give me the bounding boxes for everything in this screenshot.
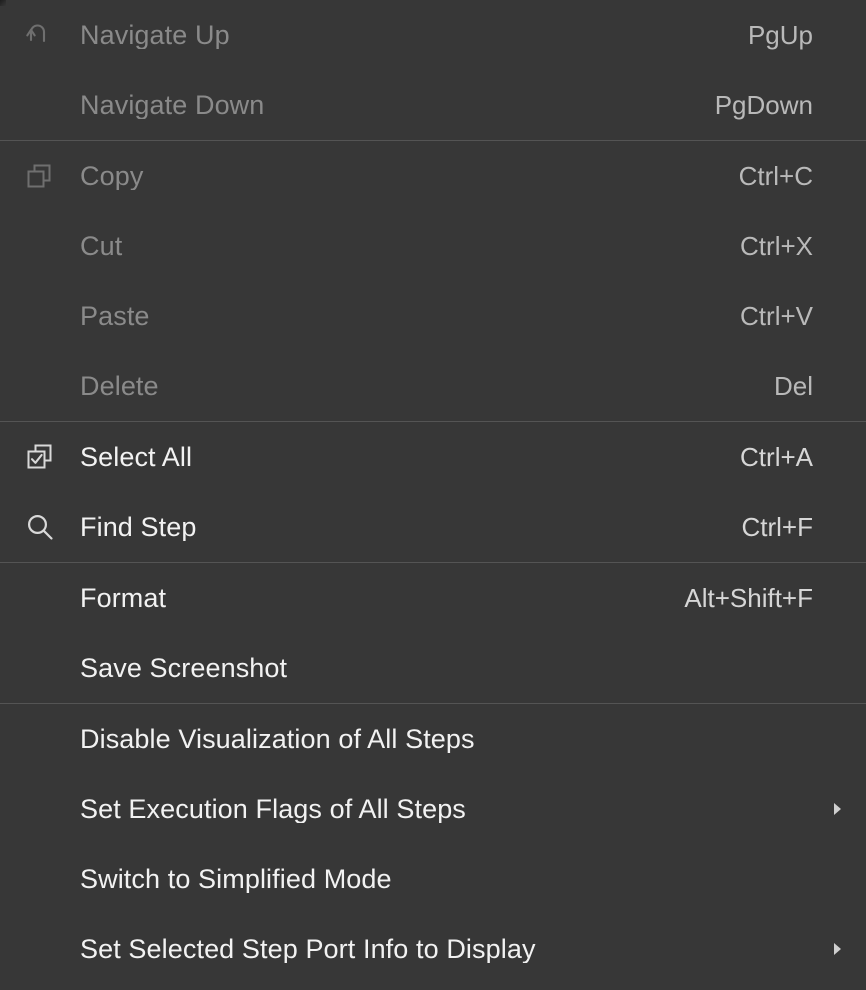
menu-item-icon-cell (0, 281, 80, 351)
menu-item-icon-cell (0, 0, 80, 70)
u-turn-arrow-icon (23, 18, 57, 52)
menu-item-icon-cell (0, 633, 80, 703)
menu-item-icon-cell (0, 351, 80, 421)
menu-item-label: Switch to Simplified Mode (80, 866, 789, 893)
menu-item-copy: Copy Ctrl+C (0, 141, 866, 211)
menu-item-label: Save Screenshot (80, 655, 789, 682)
menu-item-label: Disable Visualization of All Steps (80, 726, 789, 753)
menu-item-icon-cell (0, 211, 80, 281)
menu-item-find-step[interactable]: Find Step Ctrl+F (0, 492, 866, 562)
menu-item-navigate-down: Navigate Down PgDown (0, 70, 866, 140)
menu-section-document: Format Alt+Shift+F Save Screenshot (0, 563, 866, 703)
submenu-chevron-right-icon (831, 801, 843, 817)
menu-item-shortcut: PgDown (715, 92, 813, 118)
menu-section-navigation: Navigate Up PgUp Navigate Down PgDown (0, 0, 866, 140)
menu-item-shortcut: Ctrl+A (740, 444, 813, 470)
magnifier-icon (23, 510, 57, 544)
submenu-chevron-right-icon (831, 941, 843, 957)
menu-item-set-execution-flags-of-all-steps[interactable]: Set Execution Flags of All Steps (0, 774, 866, 844)
menu-item-label: Navigate Down (80, 92, 691, 119)
menu-item-label: Navigate Up (80, 22, 724, 49)
menu-item-save-screenshot[interactable]: Save Screenshot (0, 633, 866, 703)
menu-item-label: Cut (80, 233, 716, 260)
menu-item-paste: Paste Ctrl+V (0, 281, 866, 351)
menu-section-clipboard: Copy Ctrl+C Cut Ctrl+X Paste Ctrl+V Delete Del (0, 141, 866, 421)
menu-item-cut: Cut Ctrl+X (0, 211, 866, 281)
menu-item-icon-cell (0, 774, 80, 844)
menu-item-delete: Delete Del (0, 351, 866, 421)
menu-item-label: Set Execution Flags of All Steps (80, 796, 789, 823)
menu-item-label: Delete (80, 373, 750, 400)
context-menu: Navigate Up PgUp Navigate Down PgDown Copy Ct… (0, 0, 866, 990)
menu-item-switch-to-simplified-mode[interactable]: Switch to Simplified Mode (0, 844, 866, 914)
select-all-icon (23, 440, 57, 474)
menu-item-disable-visualization-of-all-steps[interactable]: Disable Visualization of All Steps (0, 704, 866, 774)
copy-icon (23, 159, 57, 193)
menu-section-steps: Disable Visualization of All Steps Set Ex… (0, 704, 866, 984)
menu-item-select-all[interactable]: Select All Ctrl+A (0, 422, 866, 492)
menu-item-set-selected-step-port-info-to-display[interactable]: Set Selected Step Port Info to Display (0, 914, 866, 984)
menu-item-icon-cell (0, 563, 80, 633)
menu-item-shortcut: Ctrl+F (742, 514, 814, 540)
menu-item-shortcut: Ctrl+V (740, 303, 813, 329)
menu-item-shortcut: Ctrl+C (739, 163, 813, 189)
menu-item-label: Paste (80, 303, 716, 330)
menu-item-label: Format (80, 585, 660, 612)
menu-section-selection: Select All Ctrl+A Find Step Ctrl+F (0, 422, 866, 562)
menu-item-label: Find Step (80, 514, 718, 541)
menu-item-icon-cell (0, 914, 80, 984)
menu-item-shortcut: Del (774, 373, 813, 399)
menu-item-format[interactable]: Format Alt+Shift+F (0, 563, 866, 633)
menu-item-icon-cell (0, 844, 80, 914)
menu-item-icon-cell (0, 492, 80, 562)
menu-item-label: Set Selected Step Port Info to Display (80, 936, 789, 963)
menu-item-icon-cell (0, 70, 80, 140)
menu-item-shortcut: PgUp (748, 22, 813, 48)
menu-item-shortcut: Ctrl+X (740, 233, 813, 259)
menu-item-icon-cell (0, 704, 80, 774)
menu-item-icon-cell (0, 422, 80, 492)
menu-item-navigate-up: Navigate Up PgUp (0, 0, 866, 70)
menu-item-shortcut: Alt+Shift+F (684, 585, 813, 611)
menu-item-icon-cell (0, 141, 80, 211)
menu-item-label: Copy (80, 163, 715, 190)
menu-item-label: Select All (80, 444, 716, 471)
